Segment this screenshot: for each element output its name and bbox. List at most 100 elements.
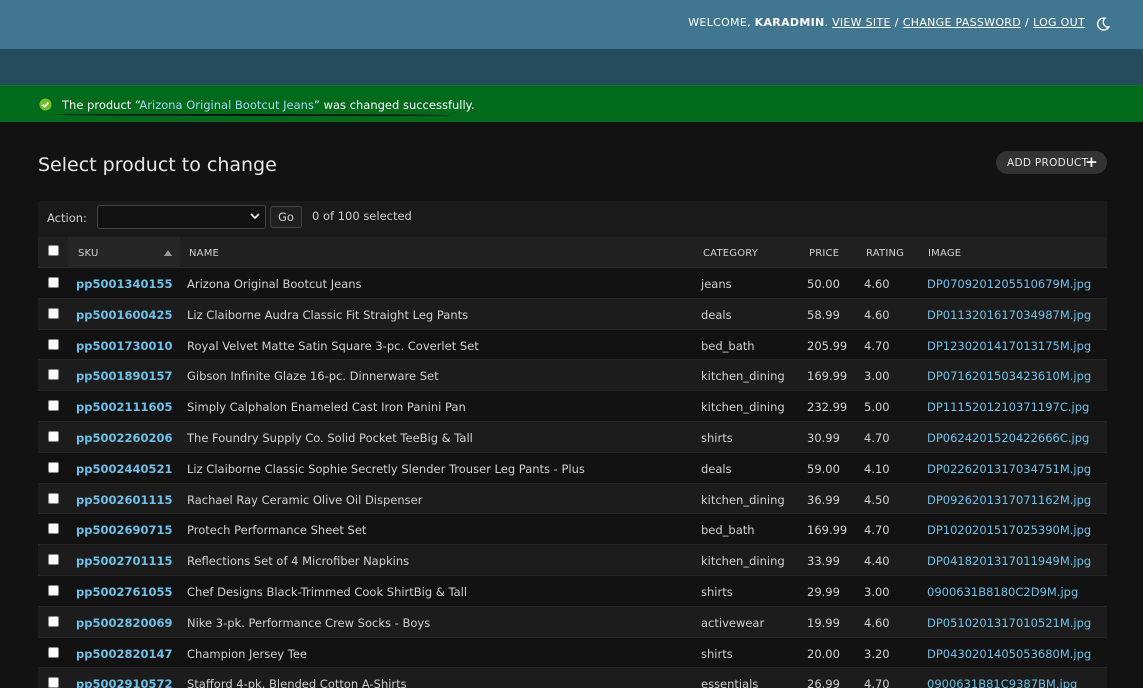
- row-checkbox[interactable]: [48, 430, 59, 442]
- image-link[interactable]: 0900631B8180C2D9M.jpg: [927, 585, 1078, 599]
- add-product-button[interactable]: ADD PRODUCT +: [996, 151, 1107, 174]
- product-rating: 4.50: [864, 492, 890, 507]
- table-row: pp5001600425 Liz Claiborne Audra Classic …: [38, 298, 1107, 330]
- sku-link[interactable]: pp5002601115: [76, 493, 172, 507]
- image-link[interactable]: DP0624201520422666C.jpg: [927, 431, 1089, 445]
- product-category: kitchen_dining: [701, 369, 785, 384]
- sku-link[interactable]: pp5001340155: [76, 277, 172, 291]
- product-rating: 4.70: [864, 523, 890, 538]
- product-category: activewear: [701, 615, 765, 630]
- table-row: pp5002701115 Reflections Set of 4 Microfi…: [38, 545, 1107, 576]
- product-name: Liz Claiborne Audra Classic Fit Straight…: [187, 307, 469, 322]
- sku-link[interactable]: pp5002910572: [76, 677, 172, 688]
- change-password-link[interactable]: CHANGE PASSWORD: [903, 16, 1021, 29]
- column-header-sku[interactable]: SKU: [78, 248, 99, 259]
- image-link[interactable]: DP0226201317034751M.jpg: [927, 462, 1091, 476]
- sku-link[interactable]: pp5002701115: [76, 554, 172, 568]
- product-category: essentials: [701, 677, 759, 688]
- row-checkbox[interactable]: [48, 369, 59, 381]
- image-link[interactable]: DP1115201210371197C.jpg: [927, 400, 1089, 414]
- sku-link[interactable]: pp5002111605: [76, 400, 172, 414]
- product-price: 20.00: [807, 646, 840, 661]
- product-price: 36.99: [807, 492, 840, 507]
- row-checkbox[interactable]: [48, 400, 59, 412]
- sku-link[interactable]: pp5002260206: [76, 431, 172, 445]
- table-body: pp5001340155 Arizona Original Bootcut Jea…: [38, 268, 1107, 688]
- product-name: Protech Performance Sheet Set: [187, 523, 367, 538]
- row-checkbox[interactable]: [48, 584, 59, 596]
- table-row: pp5002690715 Protech Performance Sheet Se…: [38, 514, 1107, 546]
- sku-link[interactable]: pp5002440521: [76, 462, 172, 476]
- view-site-link[interactable]: VIEW SITE: [832, 16, 891, 29]
- image-link[interactable]: DP0430201405053680M.jpg: [927, 647, 1091, 661]
- go-button[interactable]: Go: [270, 206, 302, 228]
- check-circle-icon: [39, 98, 52, 111]
- sku-link[interactable]: pp5002820069: [76, 616, 172, 630]
- product-rating: 4.70: [864, 338, 890, 353]
- product-category: deals: [701, 307, 732, 322]
- product-rating: 3.20: [864, 646, 890, 661]
- product-link[interactable]: Arizona Original Bootcut Jeans: [139, 98, 314, 112]
- table-row: pp5001340155 Arizona Original Bootcut Jea…: [38, 268, 1107, 299]
- sku-link[interactable]: pp5001600425: [76, 308, 172, 322]
- sku-link[interactable]: pp5001730010: [76, 339, 172, 353]
- column-header-image[interactable]: IMAGE: [928, 248, 961, 259]
- product-rating: 4.10: [864, 461, 890, 476]
- image-link[interactable]: DP0716201503423610M.jpg: [927, 369, 1091, 383]
- table-row: pp5001890157 Gibson Infinite Glaze 16-pc.…: [38, 360, 1107, 392]
- image-link[interactable]: 0900631B81C9387BM.jpg: [927, 677, 1077, 688]
- image-link[interactable]: DP0709201205510679M.jpg: [927, 277, 1091, 291]
- product-rating: 4.60: [864, 277, 890, 291]
- page-title: Select product to change: [38, 154, 277, 176]
- message-text: The product “Arizona Original Bootcut Je…: [62, 98, 475, 112]
- product-rating: 4.60: [864, 615, 890, 630]
- table-row: pp5002761055 Chef Designs Black-Trimmed C…: [38, 575, 1107, 607]
- product-name: Gibson Infinite Glaze 16-pc. Dinnerware …: [187, 369, 439, 384]
- row-checkbox[interactable]: [48, 277, 59, 288]
- action-label: Action:: [47, 211, 87, 225]
- product-category: bed_bath: [701, 523, 755, 538]
- image-link[interactable]: DP1020201517025390M.jpg: [927, 523, 1091, 537]
- image-link[interactable]: DP0113201617034987M.jpg: [927, 308, 1091, 322]
- column-header-name[interactable]: NAME: [189, 248, 219, 259]
- moon-icon[interactable]: [1095, 16, 1111, 32]
- row-checkbox[interactable]: [48, 338, 59, 350]
- row-checkbox[interactable]: [48, 646, 59, 658]
- product-category: kitchen_dining: [701, 554, 785, 569]
- row-checkbox[interactable]: [48, 307, 59, 319]
- product-rating: 3.00: [864, 369, 890, 384]
- product-price: 169.99: [807, 369, 848, 384]
- sku-link[interactable]: pp5002690715: [76, 523, 172, 537]
- column-header-rating[interactable]: RATING: [866, 248, 904, 259]
- table-row: pp5002910572 Stafford 4-pk. Blended Cotto…: [38, 668, 1107, 688]
- user-tools: WELCOME, KARADMIN. VIEW SITE / CHANGE PA…: [688, 16, 1085, 29]
- chevron-down-icon: [250, 213, 260, 220]
- annotation-underline: [56, 113, 454, 117]
- sku-link[interactable]: pp5001890157: [76, 369, 172, 383]
- row-checkbox[interactable]: [48, 523, 59, 535]
- action-select[interactable]: [97, 205, 266, 229]
- product-price: 19.99: [807, 615, 840, 630]
- row-checkbox[interactable]: [48, 461, 59, 473]
- product-price: 30.99: [807, 430, 840, 445]
- actions-bar: Action: Go 0 of 100 selected: [38, 201, 1107, 237]
- add-product-label: ADD PRODUCT: [1007, 156, 1089, 169]
- select-all-checkbox[interactable]: [48, 245, 59, 256]
- product-name: Simply Calphalon Enameled Cast Iron Pani…: [187, 400, 466, 415]
- column-header-price[interactable]: PRICE: [809, 248, 839, 259]
- product-category: shirts: [701, 646, 733, 661]
- sort-ascending-icon[interactable]: [164, 250, 172, 256]
- sku-link[interactable]: pp5002761055: [76, 585, 172, 599]
- log-out-link[interactable]: LOG OUT: [1033, 16, 1085, 29]
- image-link[interactable]: DP0926201317071162M.jpg: [927, 493, 1091, 507]
- image-link[interactable]: DP0510201317010521M.jpg: [927, 616, 1091, 630]
- image-link[interactable]: DP1230201417013175M.jpg: [927, 339, 1091, 353]
- image-link[interactable]: DP0418201317011949M.jpg: [927, 554, 1091, 568]
- row-checkbox[interactable]: [48, 615, 59, 627]
- sku-link[interactable]: pp5002820147: [76, 647, 172, 661]
- row-checkbox[interactable]: [48, 677, 59, 688]
- row-checkbox[interactable]: [48, 554, 59, 566]
- row-checkbox[interactable]: [48, 492, 59, 504]
- product-category: shirts: [701, 584, 733, 599]
- column-header-category[interactable]: CATEGORY: [703, 248, 758, 259]
